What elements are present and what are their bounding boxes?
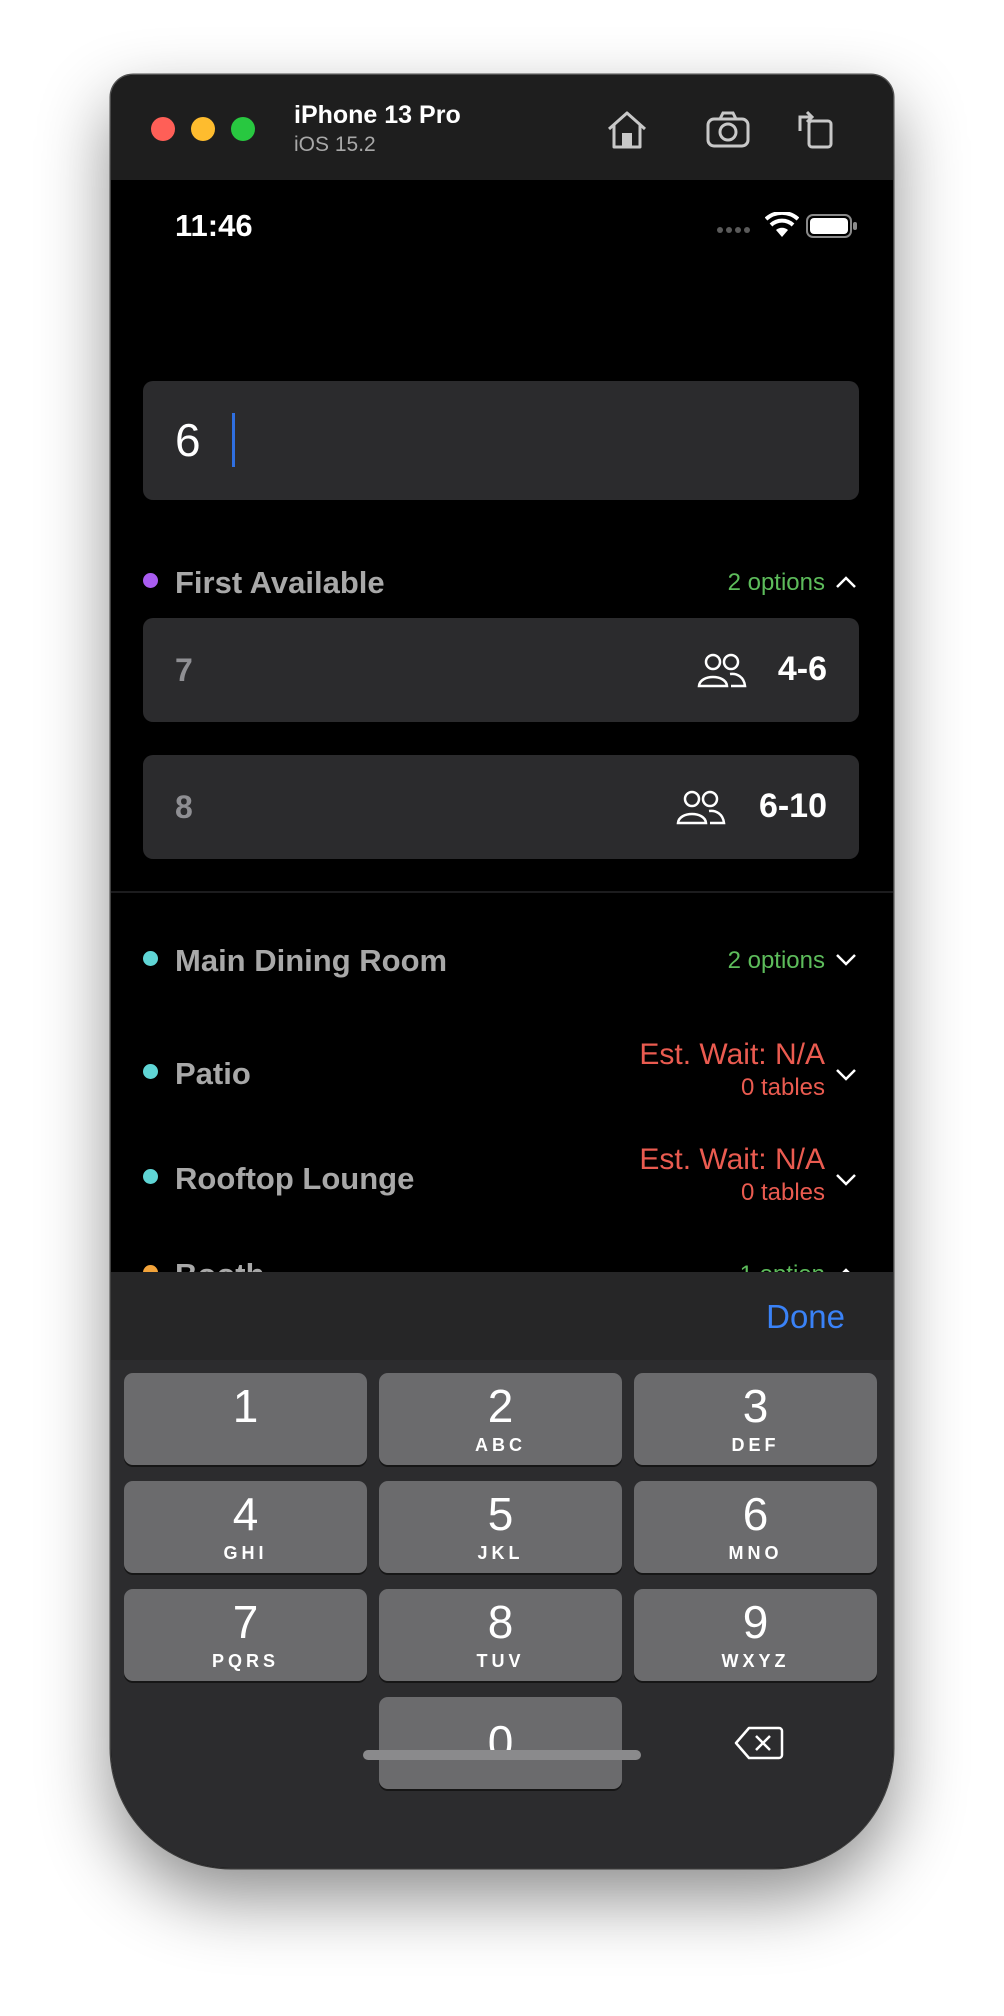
options-count: 2 options <box>727 569 825 596</box>
home-indicator[interactable] <box>363 1750 641 1760</box>
status-time: 11:46 <box>175 208 253 243</box>
wait-info: Est. Wait: N/A 0 tables <box>639 1038 825 1102</box>
key-letters: GHI <box>223 1543 268 1563</box>
key-0[interactable]: 0 <box>379 1697 622 1789</box>
status-bar: 11:46 <box>111 180 893 280</box>
key-4[interactable]: 4 GHI <box>124 1481 367 1573</box>
section-label: Main Dining Room <box>175 943 448 978</box>
home-icon <box>608 111 646 149</box>
chevron-down-icon[interactable] <box>835 1173 857 1187</box>
key-digit: 2 <box>487 1380 514 1432</box>
tables-count: 0 tables <box>740 1179 825 1206</box>
key-3[interactable]: 3 DEF <box>634 1373 877 1465</box>
rotate-icon <box>798 110 833 149</box>
key-digit: 8 <box>487 1596 514 1648</box>
section-patio[interactable]: Patio Est. Wait: N/A 0 tables <box>111 1038 893 1110</box>
table-card-7[interactable]: 7 4-6 <box>143 618 859 722</box>
party-size-input[interactable]: 6 <box>143 381 859 500</box>
key-digit: 1 <box>232 1380 259 1432</box>
minimize-window-button[interactable] <box>191 117 215 141</box>
key-letters: PQRS <box>211 1651 279 1671</box>
table-capacity: 6-10 <box>758 787 827 825</box>
key-digit: 3 <box>742 1380 769 1432</box>
table-number: 8 <box>175 789 193 825</box>
numeric-keyboard: Done 1 2 ABC 3 DEF 4 GHI 5 JKL 6 MNO 7 P… <box>111 1272 893 1868</box>
key-9[interactable]: 9 WXYZ <box>634 1589 877 1681</box>
simulator-titlebar: iPhone 13 Pro iOS 15.2 <box>111 75 893 180</box>
close-window-button[interactable] <box>151 117 175 141</box>
key-letters: TUV <box>476 1651 525 1671</box>
section-color-dot <box>143 951 158 966</box>
section-main-dining-room[interactable]: Main Dining Room 2 options <box>111 931 893 991</box>
people-icon <box>697 653 747 688</box>
device-name: iPhone 13 Pro <box>294 101 461 129</box>
people-icon <box>676 790 726 825</box>
key-letters: MNO <box>728 1543 783 1563</box>
options-count: 2 options <box>727 947 825 974</box>
key-letters: WXYZ <box>721 1651 790 1671</box>
rotate-button[interactable] <box>791 105 841 153</box>
key-8[interactable]: 8 TUV <box>379 1589 622 1681</box>
key-6[interactable]: 6 MNO <box>634 1481 877 1573</box>
key-7[interactable]: 7 PQRS <box>124 1589 367 1681</box>
section-label: Patio <box>175 1056 251 1091</box>
key-5[interactable]: 5 JKL <box>379 1481 622 1573</box>
tables-count: 0 tables <box>740 1074 825 1101</box>
section-rooftop-lounge[interactable]: Rooftop Lounge Est. Wait: N/A 0 tables <box>111 1143 893 1215</box>
screenshot-button[interactable] <box>703 105 753 153</box>
wait-info: Est. Wait: N/A 0 tables <box>639 1143 825 1207</box>
table-capacity: 4-6 <box>777 650 827 688</box>
section-color-dot <box>143 573 158 588</box>
battery-icon <box>806 214 857 238</box>
screenshot-camera-icon <box>706 111 750 148</box>
key-digit: 5 <box>487 1488 514 1540</box>
chevron-down-icon[interactable] <box>835 953 857 967</box>
table-number: 7 <box>175 652 193 688</box>
zoom-window-button[interactable] <box>231 117 255 141</box>
section-color-dot <box>143 1169 158 1184</box>
estimated-wait: Est. Wait: N/A <box>639 1038 825 1071</box>
chevron-down-icon[interactable] <box>835 1068 857 1082</box>
table-card-8[interactable]: 8 6-10 <box>143 755 859 859</box>
device-screen: 11:46 6 First Available 2 options 7 4-6 … <box>111 180 893 1868</box>
key-digit: 6 <box>742 1488 769 1540</box>
backspace-icon[interactable] <box>734 1725 784 1761</box>
key-letters: ABC <box>475 1435 526 1455</box>
keyboard-accessory-bar: Done <box>111 1272 893 1360</box>
section-divider <box>111 891 893 893</box>
key-1[interactable]: 1 <box>124 1373 367 1465</box>
key-letters: DEF <box>731 1435 780 1455</box>
key-2[interactable]: 2 ABC <box>379 1373 622 1465</box>
estimated-wait: Est. Wait: N/A <box>639 1143 825 1176</box>
text-cursor <box>232 413 235 467</box>
chevron-up-icon[interactable] <box>835 575 857 589</box>
section-label: Rooftop Lounge <box>175 1161 415 1196</box>
key-digit: 9 <box>742 1596 769 1648</box>
section-color-dot <box>143 1064 158 1079</box>
simulator-window: iPhone 13 Pro iOS 15.2 11:46 6 First Ava… <box>111 75 893 1868</box>
key-digit: 7 <box>232 1596 259 1648</box>
device-os-version: iOS 15.2 <box>294 133 376 156</box>
signal-dots-icon <box>717 227 750 233</box>
home-button[interactable] <box>602 105 652 153</box>
done-button[interactable]: Done <box>766 1298 845 1336</box>
key-letters: JKL <box>477 1543 524 1563</box>
key-digit: 4 <box>232 1488 259 1540</box>
section-label: First Available <box>175 565 385 600</box>
section-first-available[interactable]: First Available 2 options <box>111 553 893 613</box>
wifi-icon <box>765 212 799 237</box>
party-size-value: 6 <box>175 414 201 466</box>
